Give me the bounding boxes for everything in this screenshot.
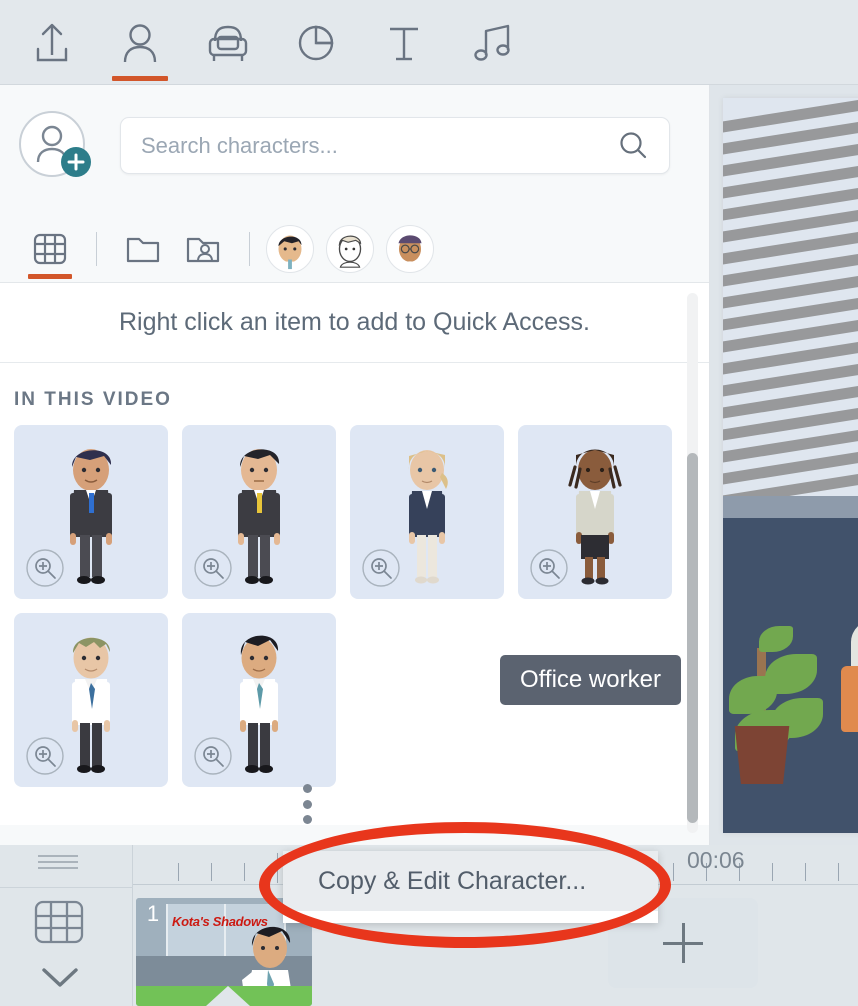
dot-2: [302, 799, 312, 809]
zoom-in-icon: [362, 549, 400, 587]
window-blinds: [723, 98, 858, 498]
prop-icon: [208, 25, 248, 61]
avatar-sketch-man-icon: [338, 235, 362, 268]
character-tooltip: Office worker: [500, 655, 681, 705]
subtab-all-characters[interactable]: [20, 215, 80, 283]
character-preview-button[interactable]: [194, 549, 232, 587]
handle-line: [38, 867, 78, 869]
ruler-tick: [805, 863, 806, 881]
chevron-down-icon: [42, 968, 78, 987]
character-icon: [123, 23, 157, 62]
scene-number-badge: 1: [146, 901, 160, 926]
text-icon: [390, 27, 418, 60]
quick-avatar-sketch-man[interactable]: [326, 224, 374, 273]
toolbar-item-upload[interactable]: [8, 0, 96, 85]
zoom-in-icon: [194, 549, 232, 587]
plus-icon-vertical: [681, 923, 685, 963]
zoom-in-icon: [26, 737, 64, 775]
character-grid: [0, 425, 709, 825]
character-card-blonde-woman-navy-blazer[interactable]: [350, 425, 504, 599]
ruler-tick: [211, 863, 212, 881]
zoom-in-icon: [194, 737, 232, 775]
character-context-menu: Copy & Edit Character...: [283, 851, 658, 923]
character-library-panel: Right click an item to add to Quick Acce…: [0, 85, 710, 845]
character-card-black-hair-man-teal-tie[interactable]: [182, 613, 336, 787]
add-character-button[interactable]: [16, 110, 91, 185]
handle-line: [38, 855, 78, 857]
subtab-my-characters[interactable]: [173, 215, 233, 283]
timeline-scene-grid-button[interactable]: [32, 898, 86, 953]
character-card-braids-woman-light-blazer[interactable]: [518, 425, 672, 599]
context-menu-item-copy-edit-character[interactable]: Copy & Edit Character...: [283, 851, 658, 911]
ruler-tick: [673, 863, 674, 881]
library-header: [0, 85, 709, 215]
character-preview-button[interactable]: [26, 737, 64, 775]
quick-avatar-dark-hair-man[interactable]: [266, 224, 314, 273]
add-character-icon: [19, 111, 91, 177]
toolbar-item-text[interactable]: [360, 0, 448, 85]
chart-icon: [298, 25, 334, 60]
folder-person-icon: [186, 237, 220, 262]
subtab-folders[interactable]: [113, 215, 173, 283]
subtab-active-underline: [28, 273, 72, 279]
ruler-tick: [244, 863, 245, 881]
quick-access-hint: Right click an item to add to Quick Acce…: [0, 283, 709, 363]
scene-playhead-arrow: [206, 986, 250, 1006]
subtab-divider-1: [96, 231, 97, 266]
grid-icon: [33, 233, 67, 264]
toolbar-item-charts[interactable]: [272, 0, 360, 85]
avatar-glasses-man-icon: [398, 234, 422, 267]
search-characters-box[interactable]: [120, 117, 670, 174]
ruler-tick-major: [277, 853, 278, 883]
search-input[interactable]: [141, 132, 617, 159]
dot-1: [302, 784, 312, 793]
dot-3: [302, 815, 312, 824]
quick-avatar-glasses-man[interactable]: [386, 224, 434, 273]
section-title-in-this-video: IN THIS VIDEO: [0, 363, 709, 425]
audio-icon: [474, 24, 510, 61]
library-scrollbar-track[interactable]: [687, 293, 698, 833]
app-root: Right click an item to add to Quick Acce…: [0, 0, 858, 1006]
zoom-in-icon: [26, 549, 64, 587]
character-preview-button[interactable]: [194, 737, 232, 775]
scene-canvas[interactable]: [723, 98, 858, 833]
character-preview-button[interactable]: [26, 549, 64, 587]
character-card-green-hair-man-blue-tie[interactable]: [14, 613, 168, 787]
toolbar-item-audio[interactable]: [448, 0, 536, 85]
scene-orange-prop: [841, 666, 858, 732]
character-more-options-button[interactable]: [296, 784, 318, 824]
timeline-drag-handle[interactable]: [38, 855, 78, 869]
ruler-tick: [838, 863, 839, 881]
main-toolbar: [0, 0, 858, 85]
character-card-navy-hair-suit-blue-tie[interactable]: [14, 425, 168, 599]
avatar-dark-hair-man-icon: [278, 235, 302, 269]
search-icon[interactable]: [617, 130, 649, 162]
wall-trim: [723, 496, 858, 518]
plant-pot: [734, 726, 790, 784]
handle-line: [38, 861, 78, 863]
timeline-sidebar-divider: [0, 887, 133, 888]
toolbar-item-props[interactable]: [184, 0, 272, 85]
timeline-collapse-button[interactable]: [40, 965, 80, 996]
library-scrollbar-thumb[interactable]: [687, 453, 698, 823]
toolbar-item-characters[interactable]: [96, 0, 184, 85]
character-preview-button[interactable]: [362, 549, 400, 587]
character-preview-button[interactable]: [530, 549, 568, 587]
ruler-time-label: 00:06: [687, 847, 745, 873]
scene-title-text: Kota's Shadows: [172, 914, 268, 929]
toolbar-active-underline: [112, 76, 168, 81]
ruler-tick: [772, 863, 773, 881]
library-subtabs: [0, 215, 709, 283]
canvas-stage[interactable]: [710, 85, 858, 845]
ruler-tick: [178, 863, 179, 881]
subtab-divider-2: [249, 231, 250, 266]
character-card-black-hair-suit-yellow-tie[interactable]: [182, 425, 336, 599]
folder-icon: [126, 237, 160, 262]
grid-icon: [34, 900, 84, 944]
zoom-in-icon: [530, 549, 568, 587]
upload-icon: [36, 23, 68, 61]
